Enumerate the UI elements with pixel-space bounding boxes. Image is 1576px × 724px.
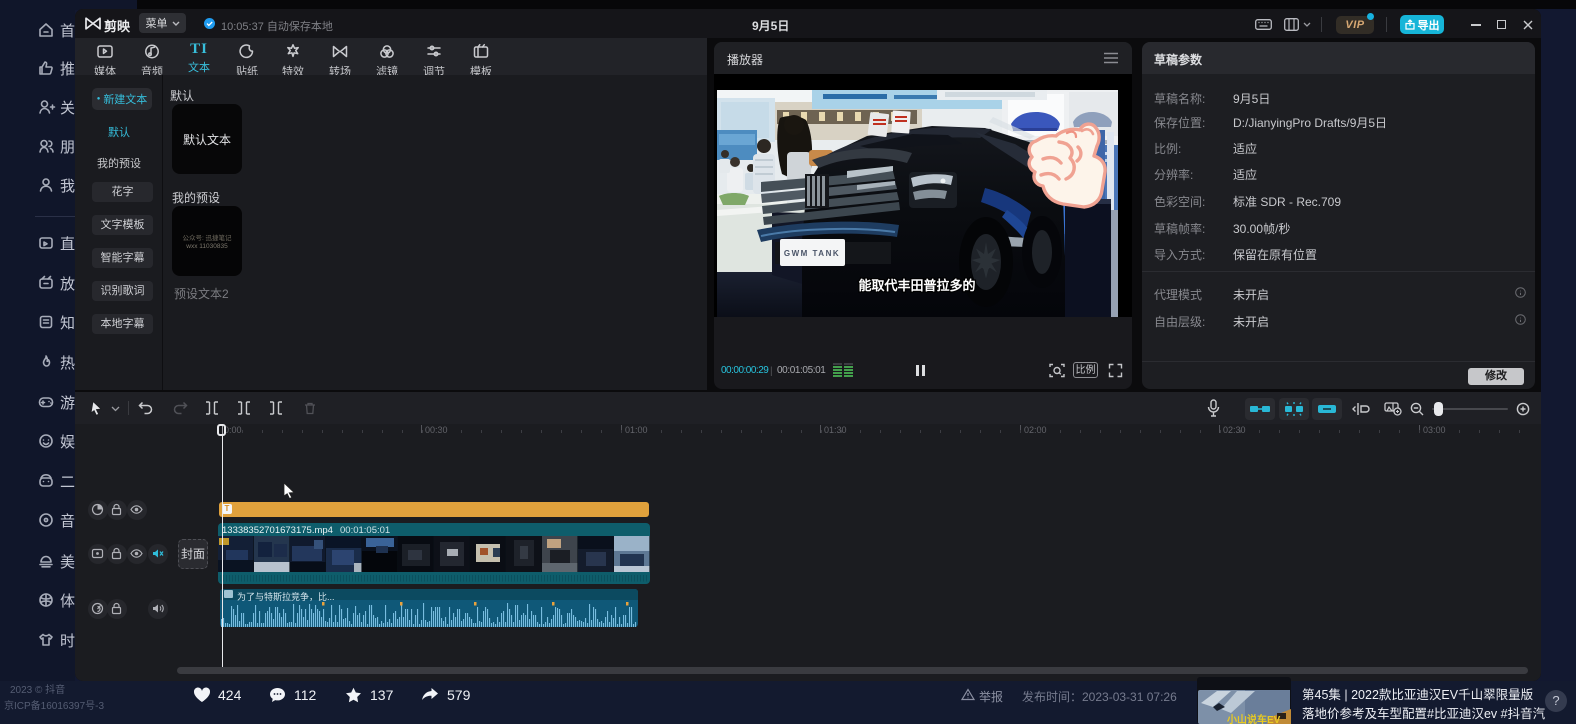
svg-text:GWM TANK: GWM TANK [784,249,840,258]
svg-text:能取代丰田普拉多的: 能取代丰田普拉多的 [858,278,975,293]
svg-text:小山说车EV: 小山说车EV [1226,713,1281,724]
